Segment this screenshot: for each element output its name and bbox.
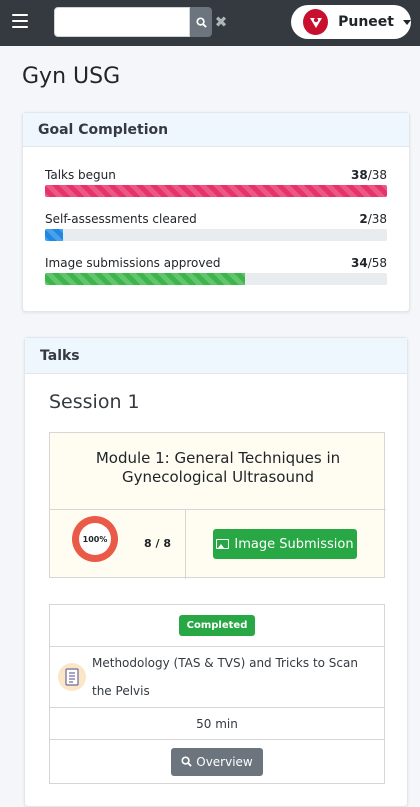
- status-badge: Completed: [178, 615, 256, 636]
- goal-label: Talks begun: [45, 168, 116, 182]
- module-box: Module 1: General Techniques in Gynecolo…: [49, 432, 386, 579]
- module-talk-count: 8 / 8: [144, 537, 171, 550]
- talk-duration-row: 50 min: [49, 708, 385, 740]
- search-icon: [181, 756, 192, 767]
- talk-item: Completed Methodology (TAS & TVS) and Tr…: [49, 604, 385, 784]
- goal-label: Self-assessments cleared: [45, 212, 197, 226]
- image-icon: [216, 539, 230, 549]
- goal-completion-card: Goal Completion Talks begun 38/38 Self-a…: [22, 112, 410, 312]
- talk-status-row: Completed: [49, 604, 385, 647]
- goal-count: 38/38: [350, 168, 387, 182]
- search-button[interactable]: [190, 7, 212, 37]
- search-icon: [195, 16, 207, 28]
- module-title: Module 1: General Techniques in Gynecolo…: [95, 449, 341, 486]
- overview-button[interactable]: Overview: [171, 747, 263, 776]
- module-progress-label: 100%: [79, 523, 111, 555]
- image-submission-label: Image Submission: [234, 536, 354, 552]
- clear-search-icon[interactable]: ✖: [214, 13, 228, 31]
- goal-label: Image submissions approved: [45, 256, 221, 270]
- module-progress-donut: 100%: [72, 516, 118, 562]
- progress-bar-fill: [45, 273, 246, 285]
- talk-duration: 50 min: [196, 716, 238, 731]
- talk-action-row: Overview: [49, 740, 385, 784]
- overview-label: Overview: [196, 754, 253, 769]
- goal-row-self-assessments: Self-assessments cleared 2/38: [45, 212, 387, 241]
- search-input[interactable]: [54, 7, 190, 37]
- talks-header: Talks: [25, 338, 407, 374]
- goal-count: 34/58: [350, 256, 387, 270]
- divider: [185, 509, 186, 579]
- brand-logo-icon: [303, 9, 329, 35]
- progress-bar: [45, 273, 387, 285]
- goal-completion-header: Goal Completion: [23, 113, 409, 147]
- chevron-down-icon: [403, 19, 411, 25]
- page-title: Gyn USG: [22, 64, 121, 89]
- progress-bar: [45, 185, 387, 197]
- menu-icon[interactable]: [12, 14, 28, 28]
- session-title: Session 1: [49, 391, 140, 413]
- top-navbar: ✖ Puneet: [0, 0, 420, 46]
- progress-bar-fill: [45, 185, 387, 197]
- goal-row-image-submissions: Image submissions approved 34/58: [45, 256, 387, 285]
- progress-bar: [45, 229, 387, 241]
- user-menu-button[interactable]: Puneet: [291, 5, 411, 39]
- image-submission-button[interactable]: Image Submission: [213, 529, 357, 559]
- talks-card: Talks Session 1 Module 1: General Techni…: [24, 337, 408, 807]
- document-icon: [58, 663, 86, 691]
- progress-bar-fill: [45, 229, 64, 241]
- user-name: Puneet: [338, 14, 394, 30]
- goal-count: 2/38: [359, 212, 387, 226]
- divider: [50, 509, 386, 510]
- goal-row-talks: Talks begun 38/38: [45, 168, 387, 197]
- talk-title[interactable]: Methodology (TAS & TVS) and Tricks to Sc…: [92, 649, 376, 705]
- talk-name-row: Methodology (TAS & TVS) and Tricks to Sc…: [49, 647, 385, 708]
